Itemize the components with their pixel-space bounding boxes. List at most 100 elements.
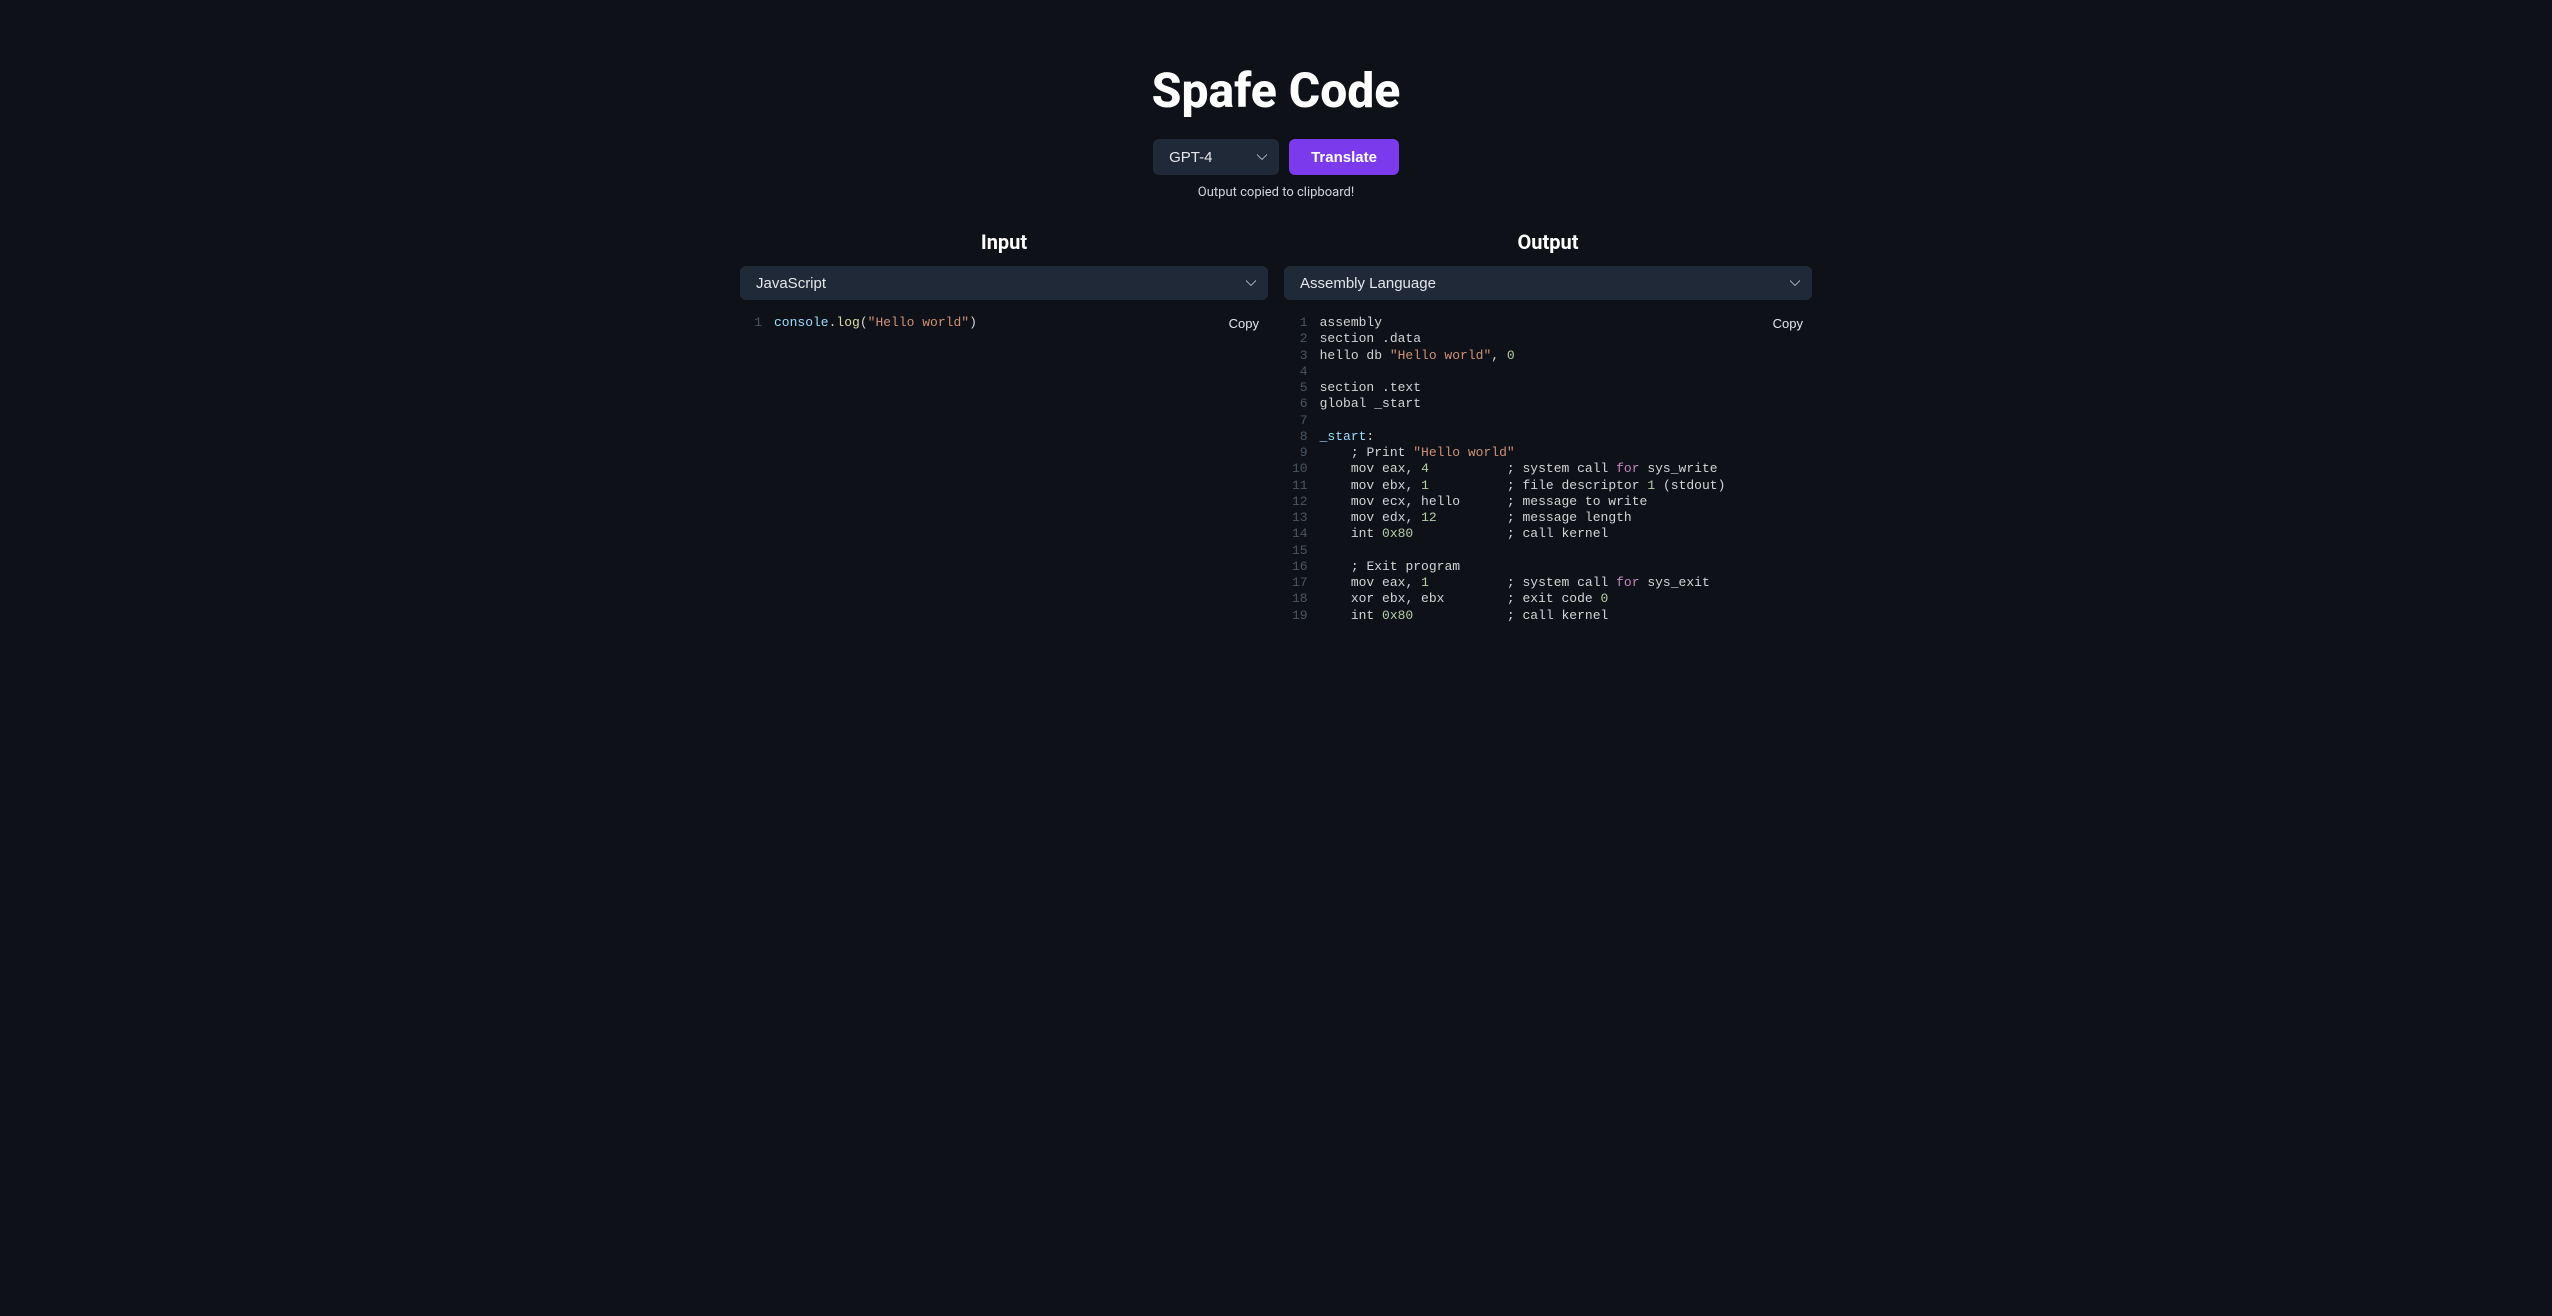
input-title: Input (740, 230, 1268, 254)
code-token: 12 (1421, 510, 1437, 525)
code-line: console.log("Hello world") (774, 315, 1218, 331)
code-token (1429, 575, 1507, 590)
code-line: ; Exit program (1320, 559, 1762, 575)
line-number: 12 (1292, 494, 1308, 510)
code-token: stdout (1671, 478, 1718, 493)
code-token: "Hello world" (868, 315, 969, 330)
code-token (1413, 510, 1421, 525)
code-token: Print (1359, 445, 1414, 460)
output-code-area[interactable]: 12345678910111213141516171819 assemblyse… (1284, 309, 1812, 624)
code-token: , (1491, 348, 1499, 363)
code-token: assembly (1320, 315, 1382, 330)
code-token: ; (1507, 494, 1515, 509)
code-token: 0 (1507, 348, 1515, 363)
code-token: hello (1413, 494, 1507, 509)
code-line: section .data (1320, 331, 1762, 347)
code-line: global _start (1320, 396, 1762, 412)
code-token (1413, 461, 1421, 476)
code-token: ; (1507, 608, 1515, 623)
code-token: section .data (1320, 331, 1421, 346)
code-token: ) (1718, 478, 1726, 493)
code-token: ) (969, 315, 977, 330)
input-copy-button[interactable]: Copy (1229, 316, 1259, 331)
line-number: 19 (1292, 608, 1308, 624)
output-title: Output (1284, 230, 1812, 254)
line-number: 18 (1292, 591, 1308, 607)
code-token: section .text (1320, 380, 1421, 395)
code-line (1320, 364, 1762, 380)
code-token (1429, 461, 1507, 476)
code-token: file descriptor (1515, 478, 1648, 493)
line-number: 15 (1292, 543, 1308, 559)
input-code-area[interactable]: 1 console.log("Hello world") (740, 309, 1268, 331)
line-number: 9 (1292, 445, 1308, 461)
line-number: 10 (1292, 461, 1308, 477)
line-number: 11 (1292, 478, 1308, 494)
code-token: int (1320, 608, 1382, 623)
code-token: ; (1507, 526, 1515, 541)
output-code[interactable]: assemblysection .datahello db "Hello wor… (1320, 315, 1812, 624)
code-token: _start (1320, 429, 1367, 444)
line-number: 1 (1292, 315, 1308, 331)
code-token: mov ebx (1320, 478, 1406, 493)
code-token: 1 (1421, 478, 1429, 493)
code-token (1320, 445, 1351, 460)
translate-button[interactable]: Translate (1289, 139, 1399, 175)
code-token: 4 (1421, 461, 1429, 476)
output-copy-button[interactable]: Copy (1773, 316, 1803, 331)
line-number: 16 (1292, 559, 1308, 575)
output-language-select-wrap: Assembly Language (1284, 266, 1812, 300)
code-line: int 0x80 ; call kernel (1320, 608, 1762, 624)
code-line: mov eax, 4 ; system call for sys_write (1320, 461, 1762, 477)
code-line: assembly (1320, 315, 1762, 331)
input-code[interactable]: console.log("Hello world") (774, 315, 1268, 331)
code-token: ebx (1413, 591, 1507, 606)
code-line (1320, 413, 1762, 429)
code-token: ( (1663, 478, 1671, 493)
code-token: "Hello world" (1390, 348, 1491, 363)
code-token: call kernel (1515, 526, 1609, 541)
input-language-select[interactable]: JavaScript (740, 266, 1268, 300)
code-token: sys_exit (1640, 575, 1710, 590)
code-token: ( (860, 315, 868, 330)
code-line: xor ebx, ebx ; exit code 0 (1320, 591, 1762, 607)
code-token: 0 (1601, 591, 1609, 606)
code-token (1413, 478, 1421, 493)
code-token (1437, 510, 1507, 525)
line-number: 4 (1292, 364, 1308, 380)
code-token: Exit program (1359, 559, 1460, 574)
code-token: message length (1515, 510, 1632, 525)
code-token (1413, 526, 1507, 541)
line-number: 5 (1292, 380, 1308, 396)
input-language-select-wrap: JavaScript (740, 266, 1268, 300)
page-title: Spafe Code (516, 62, 2036, 119)
code-token: mov edx (1320, 510, 1406, 525)
code-line: section .text (1320, 380, 1762, 396)
line-number: 14 (1292, 526, 1308, 542)
code-line: int 0x80 ; call kernel (1320, 526, 1762, 542)
code-token: "Hello world" (1413, 445, 1514, 460)
code-token: mov eax (1320, 575, 1406, 590)
code-token (1429, 478, 1507, 493)
code-token (1320, 559, 1351, 574)
code-line: mov ebx, 1 ; file descriptor 1 (stdout) (1320, 478, 1762, 494)
model-select-wrap: GPT-4 (1153, 139, 1279, 175)
code-token: mov ecx (1320, 494, 1406, 509)
input-panel: Input JavaScript Copy 1 console.log("Hel… (740, 230, 1268, 754)
line-number: 2 (1292, 331, 1308, 347)
code-token: ; (1507, 461, 1515, 476)
code-line: mov edx, 12 ; message length (1320, 510, 1762, 526)
code-token: int (1320, 526, 1382, 541)
code-token (1655, 478, 1663, 493)
output-language-select[interactable]: Assembly Language (1284, 266, 1812, 300)
output-gutter: 12345678910111213141516171819 (1284, 315, 1320, 624)
code-token: console (774, 315, 829, 330)
code-token (1413, 608, 1507, 623)
model-select[interactable]: GPT-4 (1153, 139, 1279, 175)
code-line: mov eax, 1 ; system call for sys_exit (1320, 575, 1762, 591)
code-token: 0x80 (1382, 526, 1413, 541)
code-line: mov ecx, hello ; message to write (1320, 494, 1762, 510)
code-token: for (1616, 461, 1639, 476)
status-text: Output copied to clipboard! (516, 185, 2036, 200)
code-token: global _start (1320, 396, 1421, 411)
